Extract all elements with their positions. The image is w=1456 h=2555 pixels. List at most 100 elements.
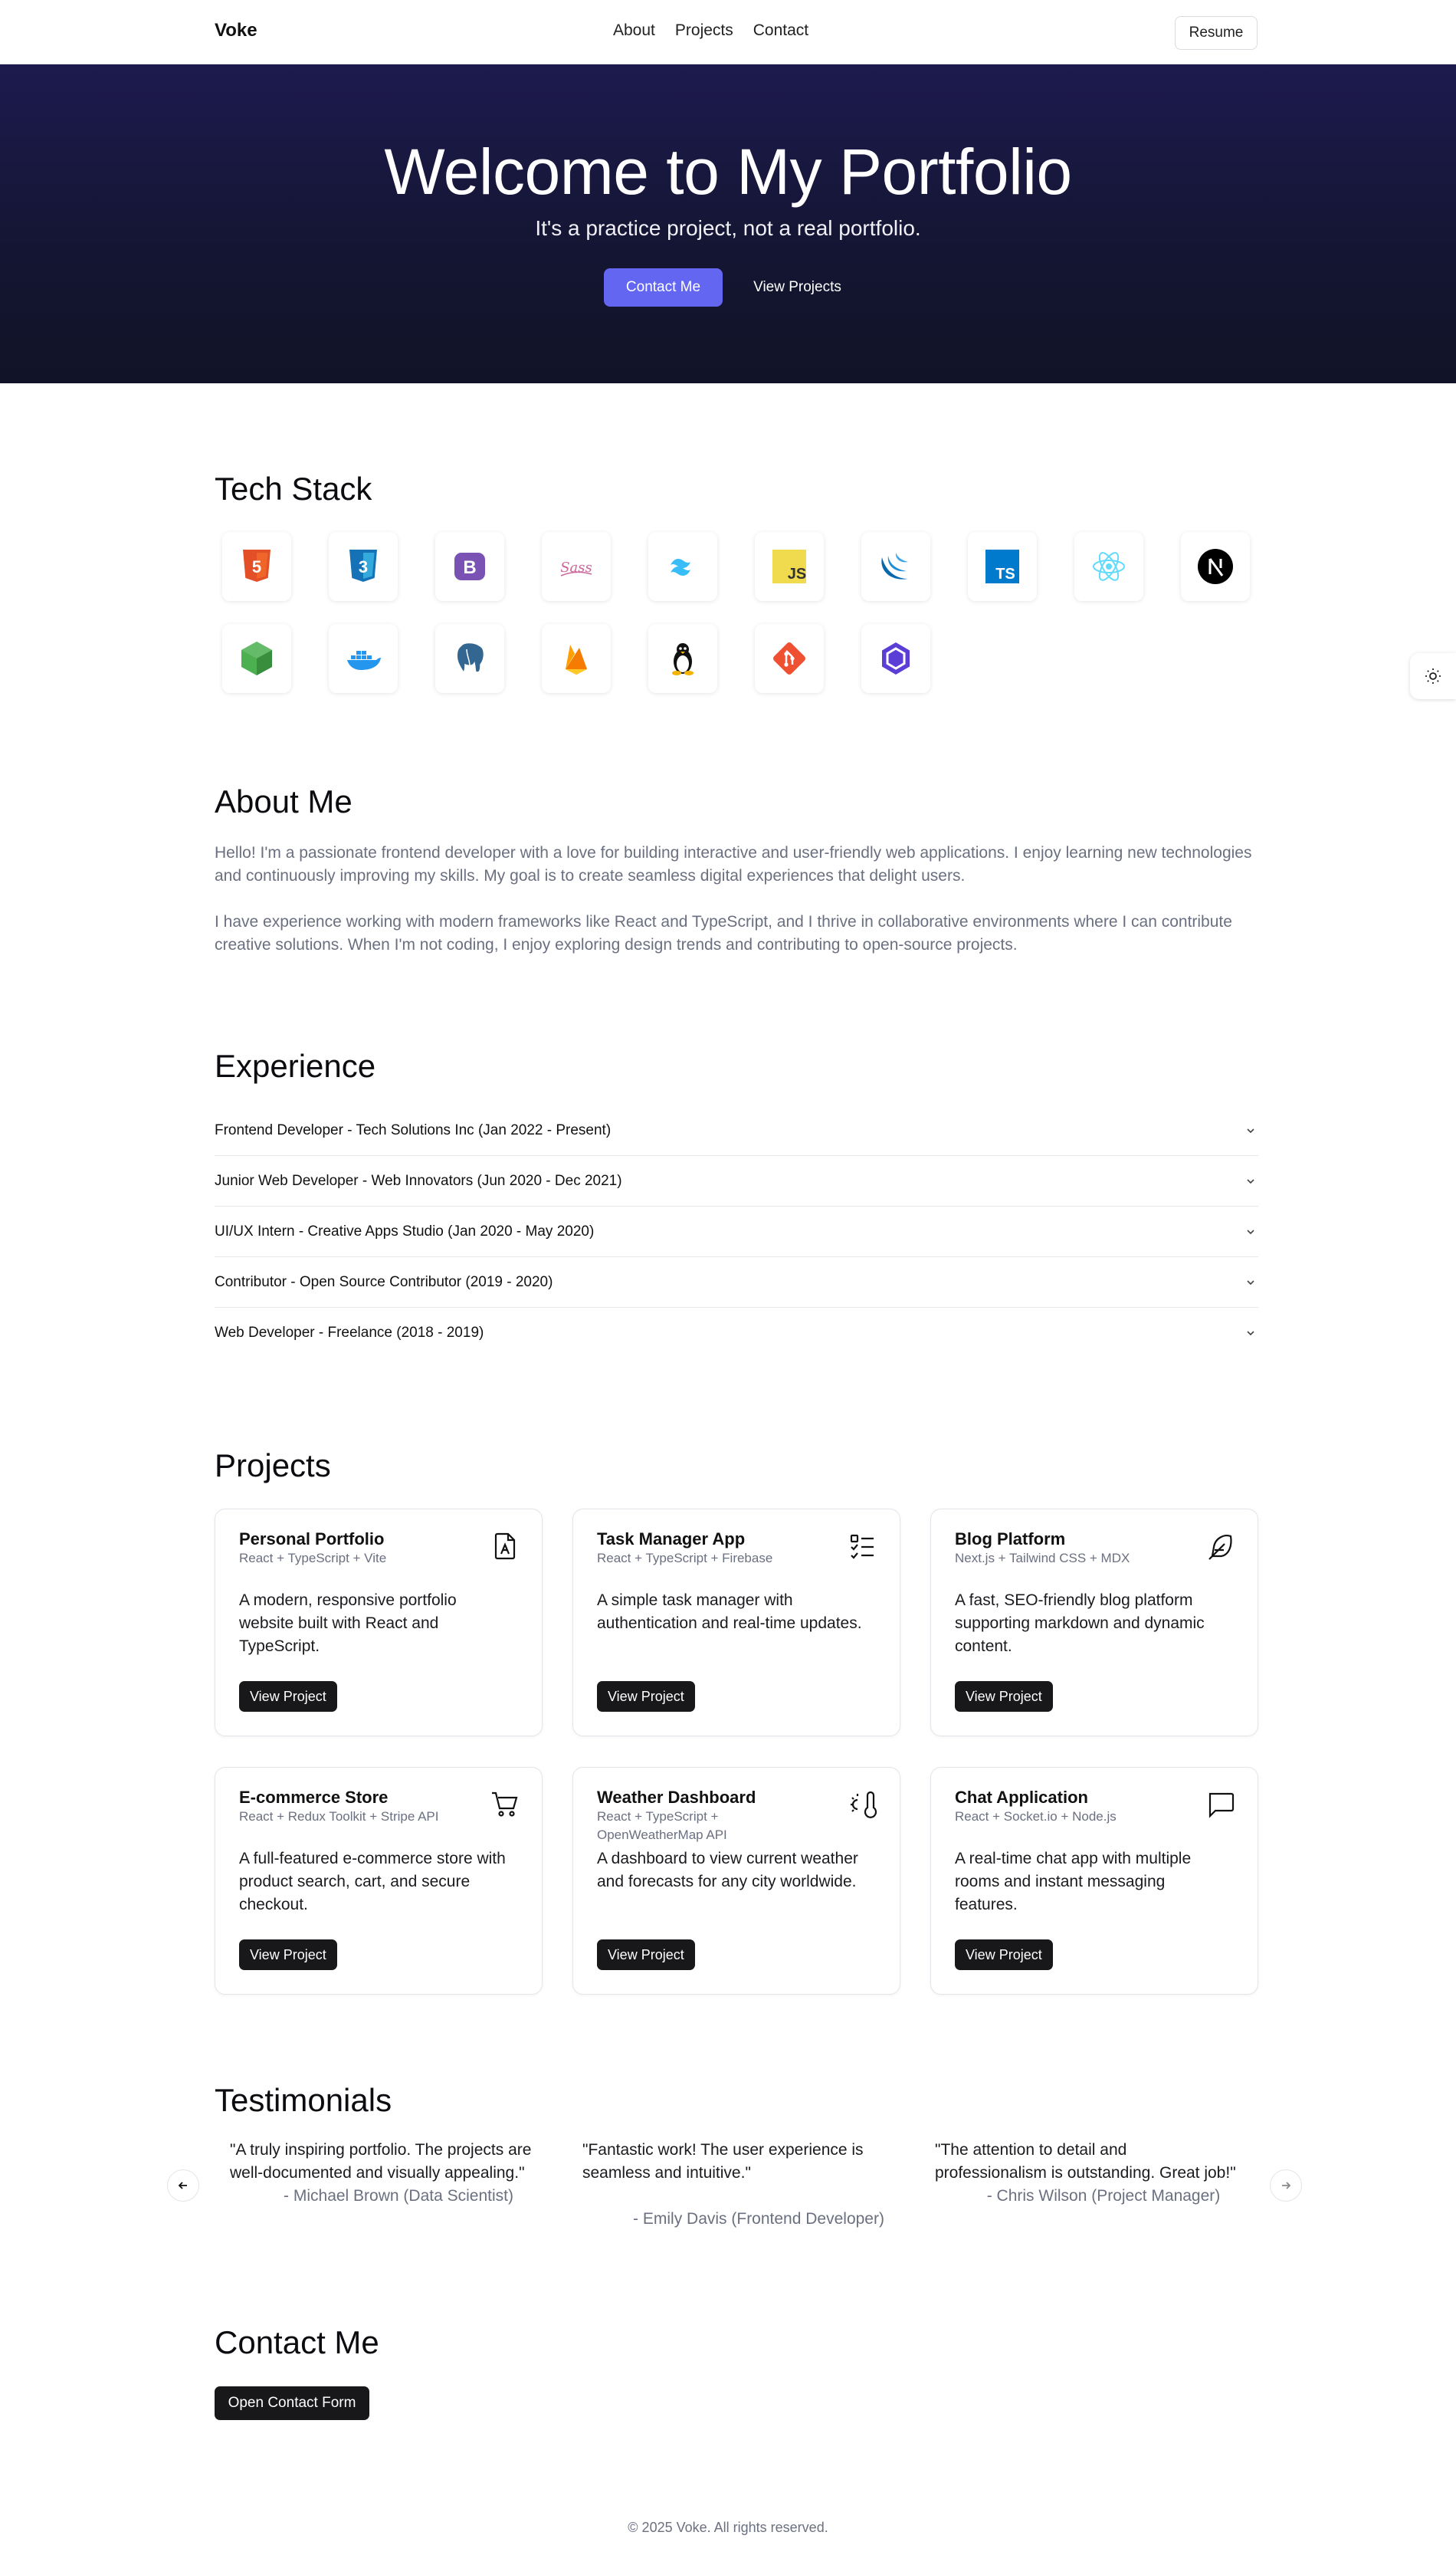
experience-accordion: Frontend Developer - Tech Solutions Inc …	[215, 1105, 1258, 1358]
svg-text:TS: TS	[995, 566, 1015, 583]
project-stack: React + TypeScript + Firebase	[597, 1551, 773, 1565]
project-card: E-commerce Store React + Redux Toolkit +…	[215, 1767, 543, 1995]
chevron-down-icon	[1247, 1279, 1254, 1285]
about-paragraph-1: Hello! I'm a passionate frontend develop…	[215, 844, 1252, 885]
nav-link-about[interactable]: About	[613, 21, 655, 40]
project-description: A real-time chat app with multiple rooms…	[955, 1850, 1192, 1913]
top-navbar: Voke About Projects Contact Resume	[0, 0, 1456, 64]
hero-section: Welcome to My Portfolio It's a practice …	[0, 64, 1456, 383]
about-paragraph-2: I have experience working with modern fr…	[215, 913, 1232, 954]
arrow-left-icon	[178, 2182, 187, 2189]
hero-subtitle: It's a practice project, not a real port…	[535, 216, 921, 240]
cart-icon	[492, 1791, 518, 1817]
tech-tile-typescript: TS	[968, 532, 1037, 601]
chevron-down-icon	[1247, 1128, 1254, 1133]
svg-text:3: 3	[359, 557, 368, 576]
project-card: Chat Application React + Socket.io + Nod…	[930, 1767, 1258, 1995]
open-contact-form-button[interactable]: Open Contact Form	[215, 2386, 369, 2420]
view-project-button[interactable]: View Project	[597, 1939, 695, 1970]
tech-stack-title: Tech Stack	[215, 471, 372, 507]
tailwind-icon	[671, 559, 690, 576]
projects-grid: Personal Portfolio React + TypeScript + …	[215, 1509, 1258, 1995]
nextjs-icon	[1198, 549, 1233, 584]
sass-icon: Sass	[560, 560, 592, 576]
project-description: A full-featured e-commerce store with pr…	[239, 1850, 506, 1913]
view-project-button[interactable]: View Project	[955, 1681, 1053, 1712]
project-title: Personal Portfolio	[239, 1529, 385, 1548]
contact-me-button[interactable]: Contact Me	[604, 268, 723, 307]
projects-title: Projects	[215, 1447, 331, 1483]
hero-actions: Contact Me View Projects	[604, 268, 857, 307]
experience-item[interactable]: Frontend Developer - Tech Solutions Inc …	[215, 1105, 1258, 1156]
svg-text:B: B	[463, 557, 476, 578]
task-list-icon	[850, 1534, 874, 1559]
project-description: A modern, responsive portfolio website b…	[239, 1591, 457, 1655]
testimonial-quote: "The attention to detail and professiona…	[935, 2141, 1236, 2182]
react-icon	[1093, 552, 1125, 581]
experience-item[interactable]: Web Developer - Freelance (2018 - 2019)	[215, 1308, 1258, 1358]
nodejs-icon	[241, 642, 272, 675]
nav-link-projects[interactable]: Projects	[675, 21, 733, 40]
testimonial-author: - Chris Wilson (Project Manager)	[986, 2187, 1221, 2205]
project-title: Chat Application	[955, 1788, 1088, 1807]
project-card: Task Manager App React + TypeScript + Fi…	[572, 1509, 900, 1736]
view-project-button[interactable]: View Project	[597, 1681, 695, 1712]
tech-tile-javascript: JS	[755, 532, 824, 601]
nav-link-contact[interactable]: Contact	[753, 21, 808, 40]
carousel-prev-button[interactable]	[167, 2169, 199, 2202]
testimonial-quote: "A truly inspiring portfolio. The projec…	[230, 2141, 532, 2182]
project-title: Weather Dashboard	[597, 1788, 756, 1807]
typescript-icon: TS	[985, 550, 1019, 583]
firebase-icon	[566, 645, 587, 675]
carousel-next-button[interactable]	[1270, 2169, 1302, 2202]
thermometer-sun-icon	[851, 1791, 877, 1818]
css3-icon: 3	[349, 550, 377, 582]
tech-tile-firebase	[542, 624, 611, 693]
tech-tile-nodejs	[222, 624, 291, 693]
contact-title: Contact Me	[215, 2324, 379, 2360]
git-icon	[773, 642, 805, 675]
tech-tile-postgresql	[435, 624, 504, 693]
about-title: About Me	[215, 783, 353, 819]
view-project-button[interactable]: View Project	[239, 1681, 337, 1712]
view-project-button[interactable]: View Project	[955, 1939, 1053, 1970]
jquery-icon	[881, 553, 908, 580]
testimonials-carousel: "A truly inspiring portfolio. The projec…	[0, 2139, 1456, 2246]
project-stack: React + Redux Toolkit + Stripe API	[239, 1809, 439, 1824]
svg-text:JS: JS	[788, 566, 806, 583]
project-stack: React + Socket.io + Node.js	[955, 1809, 1117, 1824]
testimonials-title: Testimonials	[215, 2082, 392, 2118]
experience-item[interactable]: Contributor - Open Source Contributor (2…	[215, 1257, 1258, 1308]
testimonial-author: - Michael Brown (Data Scientist)	[284, 2187, 513, 2205]
tech-tile-graphql	[861, 624, 930, 693]
tech-tile-css3: 3	[329, 532, 398, 601]
view-projects-button[interactable]: View Projects	[738, 268, 857, 307]
footer-copyright: © 2025 Voke. All rights reserved.	[628, 2520, 828, 2535]
sun-icon	[1425, 668, 1441, 684]
theme-toggle-button[interactable]	[1410, 653, 1456, 699]
experience-title: Experience	[215, 1048, 376, 1084]
project-title: E-commerce Store	[239, 1788, 389, 1807]
project-title: Task Manager App	[597, 1529, 746, 1548]
experience-item-label: Frontend Developer - Tech Solutions Inc …	[215, 1122, 612, 1138]
tech-tile-linux	[648, 624, 717, 693]
tech-tile-sass: Sass	[542, 532, 611, 601]
tech-tile-html5: 5	[222, 532, 291, 601]
project-description: A simple task manager with authenticatio…	[597, 1591, 862, 1632]
project-description: A dashboard to view current weather and …	[597, 1850, 858, 1890]
brand-logo[interactable]: Voke	[215, 20, 257, 41]
testimonial-quote: "Fantastic work! The user experience is …	[582, 2141, 864, 2182]
experience-item[interactable]: Junior Web Developer - Web Innovators (J…	[215, 1156, 1258, 1207]
tech-tile-docker	[329, 624, 398, 693]
html5-icon: 5	[243, 550, 271, 582]
feather-icon	[1208, 1535, 1232, 1560]
testimonial-card: "The attention to detail and professiona…	[935, 2139, 1241, 2208]
docker-icon	[347, 651, 381, 670]
chevron-down-icon	[1247, 1229, 1254, 1234]
resume-button[interactable]: Resume	[1175, 16, 1258, 50]
project-title: Blog Platform	[955, 1529, 1066, 1548]
experience-item[interactable]: UI/UX Intern - Creative Apps Studio (Jan…	[215, 1207, 1258, 1257]
project-card: Blog Platform Next.js + Tailwind CSS + M…	[930, 1509, 1258, 1736]
view-project-button[interactable]: View Project	[239, 1939, 337, 1970]
project-stack: React + TypeScript + Vite	[239, 1551, 387, 1565]
